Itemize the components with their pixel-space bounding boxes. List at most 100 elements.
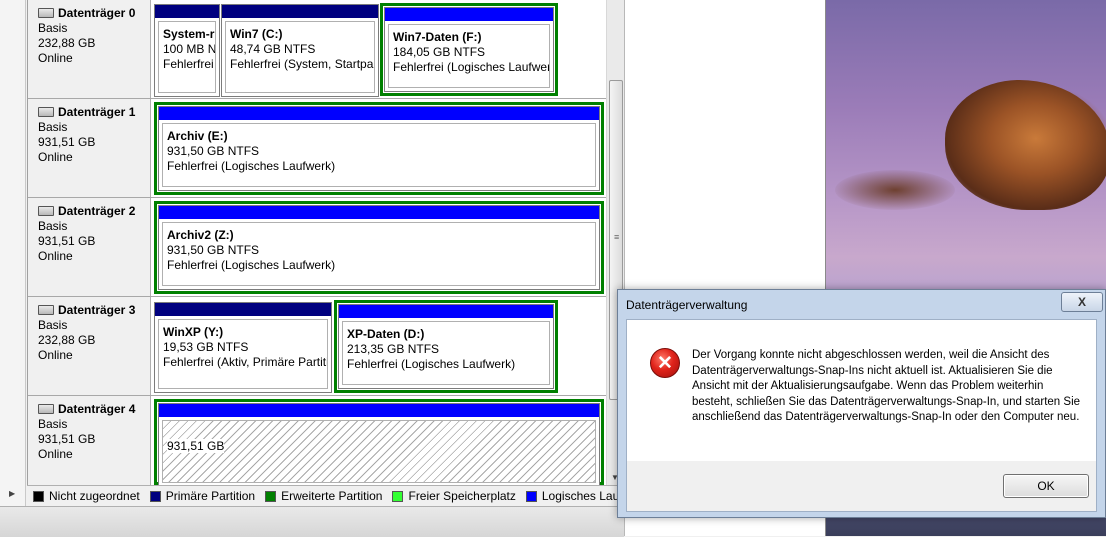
wallpaper-rock-shadow — [835, 170, 955, 210]
legend-item: Freier Speicherplatz — [392, 489, 516, 503]
disk-size: 232,88 GB — [38, 333, 96, 347]
dialog-footer: OK — [626, 461, 1097, 512]
disk-status: Online — [38, 249, 73, 263]
partition-system-reserved[interactable]: System-r 100 MB N Fehlerfrei — [154, 4, 220, 97]
wallpaper-rock — [945, 80, 1106, 210]
partition-status: Fehlerfrei (Logisches Laufwerk) — [347, 357, 516, 371]
status-bar — [0, 506, 624, 537]
disk-info[interactable]: Datenträger 0 Basis 232,88 GB Online — [28, 0, 151, 98]
partition-body: 931,51 GB — [162, 420, 596, 483]
extended-partition: Archiv (E:) 931,50 GB NTFS Fehlerfrei (L… — [154, 102, 604, 195]
partition-name: System-r — [163, 27, 215, 41]
disk-type: Basis — [38, 219, 68, 233]
partition-win7-c[interactable]: Win7 (C:) 48,74 GB NTFS Fehlerfrei (Syst… — [221, 4, 379, 97]
hard-disk-icon — [38, 106, 54, 117]
partition-size: 931,51 GB — [167, 439, 225, 453]
disk-name-row: Datenträger 4 — [38, 402, 150, 417]
partition-body: Archiv (E:) 931,50 GB NTFS Fehlerfrei (L… — [162, 123, 596, 187]
close-icon: X — [1077, 295, 1086, 309]
ok-button[interactable]: OK — [1003, 474, 1089, 498]
close-button[interactable]: X — [1061, 292, 1103, 312]
partition-status: Fehlerfrei — [163, 57, 214, 71]
legend-item: Logisches Laufwerk — [525, 489, 624, 503]
partition-status: Fehlerfrei (System, Startpar — [230, 57, 375, 71]
partition-size: 48,74 GB NTFS — [230, 42, 316, 56]
disk-type: Basis — [38, 21, 68, 35]
partition-win7-daten-f[interactable]: Win7-Daten (F:) 184,05 GB NTFS Fehlerfre… — [384, 7, 554, 92]
partition-size: 184,05 GB NTFS — [393, 45, 486, 59]
partition-name: Archiv2 (Z:) — [167, 228, 234, 242]
logical-drive-bar — [159, 107, 599, 120]
disk-status: Online — [38, 348, 73, 362]
extended-partition: 931,51 GB — [154, 399, 604, 487]
disk-row: Datenträger 1 Basis 931,51 GB Online Arc… — [28, 99, 625, 198]
dialog-titlebar[interactable]: Datenträgerverwaltung X — [618, 290, 1105, 320]
partition-name: XP-Daten (D:) — [347, 327, 425, 341]
partition-status: Fehlerfrei (Aktiv, Primäre Partiti — [163, 355, 328, 369]
legend-swatch — [265, 490, 277, 502]
disk-row: Datenträger 4 Basis 931,51 GB Online 931… — [28, 396, 625, 494]
logical-drive-bar — [339, 305, 553, 318]
partition-body: Win7 (C:) 48,74 GB NTFS Fehlerfrei (Syst… — [225, 21, 375, 93]
disk-row: Datenträger 2 Basis 931,51 GB Online Arc… — [28, 198, 625, 297]
dialog-content: ✕ Der Vorgang konnte nicht abgeschlossen… — [626, 319, 1097, 463]
disk-info[interactable]: Datenträger 4 Basis 931,51 GB Online — [28, 396, 151, 494]
disk-size: 232,88 GB — [38, 36, 96, 50]
disk-name-row: Datenträger 0 — [38, 6, 150, 21]
partition-body: WinXP (Y:) 19,53 GB NTFS Fehlerfrei (Akt… — [158, 319, 328, 389]
disk-row: Datenträger 0 Basis 232,88 GB Online Sys… — [28, 0, 625, 99]
disk-info[interactable]: Datenträger 3 Basis 232,88 GB Online — [28, 297, 151, 395]
error-icon: ✕ — [650, 348, 680, 378]
hard-disk-icon — [38, 304, 54, 315]
legend-item: Nicht zugeordnet — [33, 489, 140, 503]
logical-drive-bar — [159, 206, 599, 219]
partition-winxp-y[interactable]: WinXP (Y:) 19,53 GB NTFS Fehlerfrei (Akt… — [154, 302, 332, 393]
disk-status: Online — [38, 51, 73, 65]
partition-body: Win7-Daten (F:) 184,05 GB NTFS Fehlerfre… — [388, 24, 550, 88]
disk-row: Datenträger 3 Basis 232,88 GB Online Win… — [28, 297, 625, 396]
hard-disk-icon — [38, 205, 54, 216]
partition-archiv2-z[interactable]: Archiv2 (Z:) 931,50 GB NTFS Fehlerfrei (… — [158, 205, 600, 290]
legend-swatch — [392, 490, 404, 502]
disk-name-row: Datenträger 3 — [38, 303, 150, 318]
disk-info[interactable]: Datenträger 2 Basis 931,51 GB Online — [28, 198, 151, 296]
disk-name-row: Datenträger 2 — [38, 204, 150, 219]
logical-drive-bar — [385, 8, 553, 21]
extended-partition: Win7-Daten (F:) 184,05 GB NTFS Fehlerfre… — [380, 3, 558, 96]
legend-swatch — [525, 490, 537, 502]
extended-partition: XP-Daten (D:) 213,35 GB NTFS Fehlerfrei … — [334, 300, 558, 393]
disk-size: 931,51 GB — [38, 432, 96, 446]
partition-unformatted[interactable]: 931,51 GB — [158, 403, 600, 487]
disk-name: Datenträger 1 — [58, 105, 136, 119]
logical-drive-bar — [159, 404, 599, 417]
disk-name-row: Datenträger 1 — [38, 105, 150, 120]
disk-status: Online — [38, 447, 73, 461]
legend-label: Logisches Laufwerk — [541, 489, 624, 503]
legend-label: Nicht zugeordnet — [49, 489, 140, 503]
scrollbar-grip-icon: ≡ — [614, 232, 620, 242]
disk-name: Datenträger 0 — [58, 6, 136, 20]
disk-type: Basis — [38, 120, 68, 134]
legend-swatch — [149, 490, 161, 502]
partition-name: WinXP (Y:) — [163, 325, 224, 339]
disk-type: Basis — [38, 318, 68, 332]
extended-partition: Archiv2 (Z:) 931,50 GB NTFS Fehlerfrei (… — [154, 201, 604, 294]
disk-size: 931,51 GB — [38, 135, 96, 149]
partition-size: 213,35 GB NTFS — [347, 342, 440, 356]
scroll-right-arrow-icon[interactable]: ▶ — [9, 489, 15, 498]
disk-type: Basis — [38, 417, 68, 431]
left-pane-edge — [0, 0, 26, 506]
legend-label: Primäre Partition — [165, 489, 256, 503]
primary-partition-bar — [155, 5, 219, 18]
error-dialog: Datenträgerverwaltung X ✕ Der Vorgang ko… — [617, 289, 1106, 518]
partition-size: 931,50 GB NTFS — [167, 144, 260, 158]
partition-archiv-e[interactable]: Archiv (E:) 931,50 GB NTFS Fehlerfrei (L… — [158, 106, 600, 191]
primary-partition-bar — [222, 5, 378, 18]
partition-size: 19,53 GB NTFS — [163, 340, 249, 354]
partition-name: Win7-Daten (F:) — [393, 30, 482, 44]
partition-status: Fehlerfrei (Logisches Laufwerk) — [167, 159, 336, 173]
disk-info[interactable]: Datenträger 1 Basis 931,51 GB Online — [28, 99, 151, 197]
partition-body: System-r 100 MB N Fehlerfrei — [158, 21, 216, 93]
legend-swatch — [33, 490, 44, 502]
partition-xp-daten-d[interactable]: XP-Daten (D:) 213,35 GB NTFS Fehlerfrei … — [338, 304, 554, 389]
